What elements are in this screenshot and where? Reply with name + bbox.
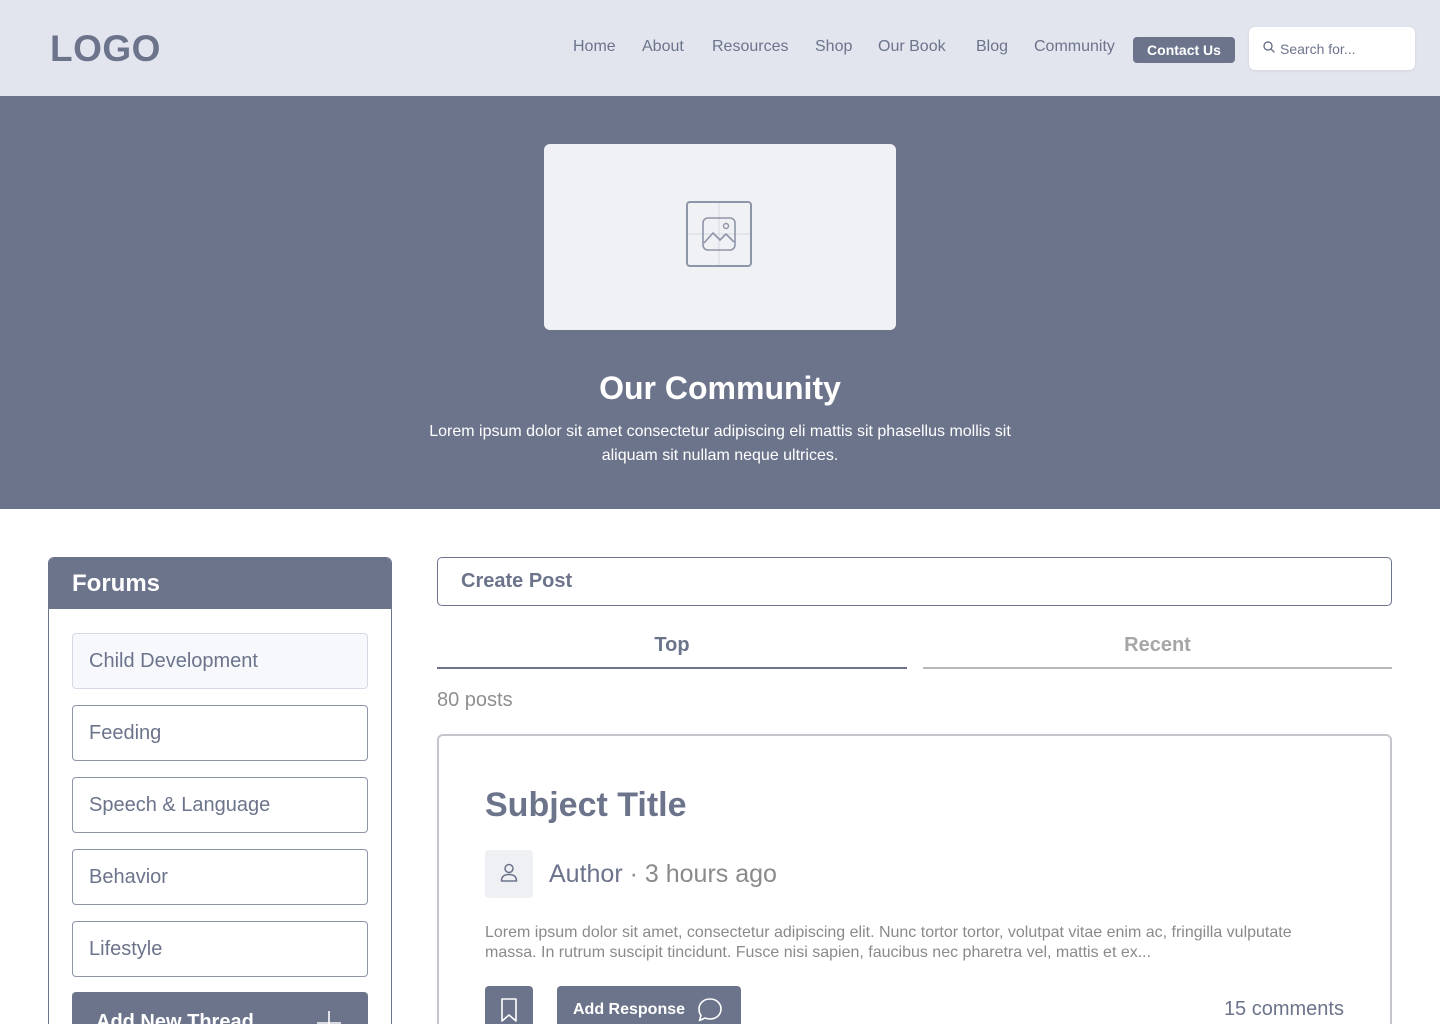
forums-title: Forums [49, 558, 391, 609]
post-card: Subject Title Author · 3 hours ago Lorem… [437, 734, 1392, 1024]
nav-about[interactable]: About [642, 38, 684, 56]
post-author[interactable]: Author [549, 860, 623, 888]
add-new-thread-button[interactable]: Add New Thread [72, 992, 368, 1024]
nav-blog[interactable]: Blog [976, 38, 1008, 56]
meta-separator: · [622, 860, 645, 888]
add-response-label: Add Response [573, 1001, 686, 1018]
hero-banner: Our Community Lorem ipsum dolor sit amet… [0, 96, 1440, 509]
comments-count-link[interactable]: 15 comments [1224, 998, 1344, 1021]
search-box[interactable] [1249, 27, 1415, 70]
forum-item-behavior[interactable]: Behavior [72, 849, 368, 905]
chat-bubble-icon [697, 997, 723, 1024]
nav-resources[interactable]: Resources [712, 38, 788, 56]
nav-community[interactable]: Community [1034, 38, 1115, 56]
forums-panel: Forums Child Development Feeding Speech … [48, 557, 392, 1024]
nav-shop[interactable]: Shop [815, 38, 852, 56]
create-post-button[interactable]: Create Post [437, 557, 1392, 606]
avatar [485, 850, 533, 898]
add-response-button[interactable]: Add Response [557, 986, 741, 1024]
user-icon [499, 862, 519, 887]
tab-top[interactable]: Top [437, 624, 907, 669]
post-time: 3 hours ago [644, 860, 777, 888]
hero-image-placeholder [544, 144, 896, 330]
forum-item-speech-language[interactable]: Speech & Language [72, 777, 368, 833]
post-meta: Author · 3 hours ago [549, 860, 777, 889]
post-body: Lorem ipsum dolor sit amet, consectetur … [485, 924, 1292, 961]
bookmark-button[interactable] [485, 986, 533, 1024]
hero-title: Our Community [599, 370, 841, 406]
site-header: LOGO Home About Resources Shop Our Book … [0, 0, 1440, 96]
nav-home[interactable]: Home [573, 38, 616, 56]
forum-item-feeding[interactable]: Feeding [72, 705, 368, 761]
hero-description: Lorem ipsum dolor sit amet consectetur a… [429, 423, 1011, 464]
add-new-thread-label: Add New Thread [96, 1010, 254, 1024]
search-icon [1263, 40, 1275, 58]
image-placeholder-icon [686, 200, 754, 274]
nav-our-book[interactable]: Our Book [878, 38, 946, 56]
forum-item-child-development[interactable]: Child Development [72, 633, 368, 689]
bookmark-icon [500, 998, 518, 1024]
post-count: 80 posts [437, 689, 513, 711]
tab-recent[interactable]: Recent [923, 624, 1392, 669]
search-input[interactable] [1280, 40, 1400, 57]
post-title[interactable]: Subject Title [485, 786, 687, 825]
contact-us-button[interactable]: Contact Us [1133, 37, 1235, 63]
logo[interactable]: LOGO [50, 28, 161, 70]
plus-icon [316, 1010, 342, 1024]
forum-item-lifestyle[interactable]: Lifestyle [72, 921, 368, 977]
